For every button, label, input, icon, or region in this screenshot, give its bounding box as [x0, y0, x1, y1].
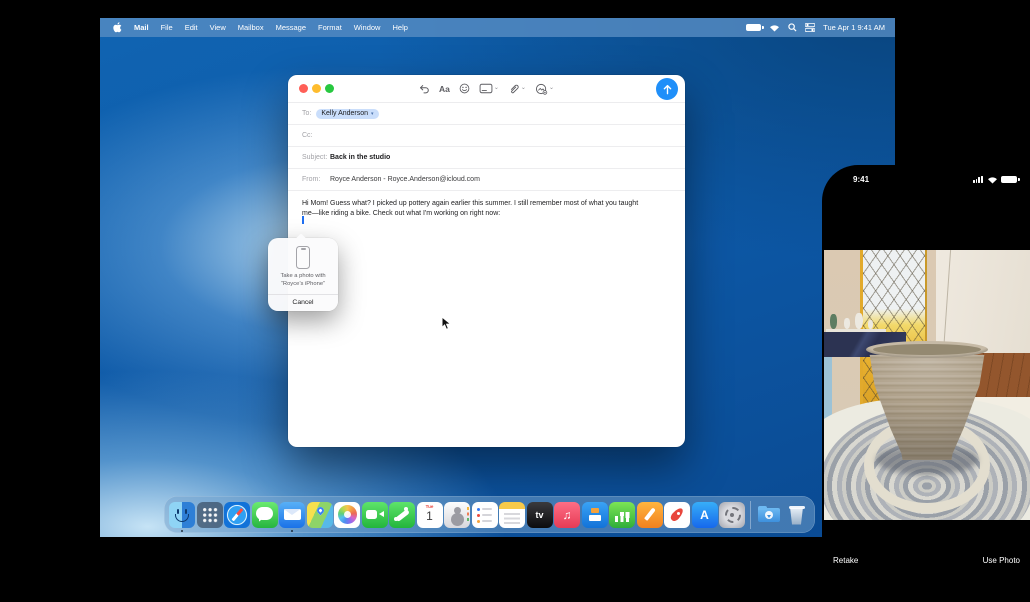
dock-finder-icon[interactable] [169, 502, 195, 528]
minimize-window-button[interactable] [312, 84, 321, 93]
battery-icon[interactable] [746, 24, 761, 31]
iphone-status-bar: 9:41 [822, 175, 1030, 184]
recipient-token[interactable]: Kelly Anderson ▾ [316, 109, 378, 119]
subject-label: Subject: [302, 154, 328, 161]
mail-running-indicator [291, 530, 294, 533]
recipient-chevron-icon: ▾ [371, 111, 374, 117]
zoom-window-button[interactable] [325, 84, 334, 93]
vase [868, 320, 873, 329]
music-note-glyph: ♫ [554, 502, 580, 528]
recipient-name: Kelly Anderson [321, 110, 368, 117]
battery-icon [1001, 176, 1017, 184]
dock-mail-icon[interactable] [279, 502, 305, 528]
mail-compose-window: Aa ⌄ ⌄ ⌄ [288, 75, 685, 447]
dock-notes-icon[interactable] [499, 502, 525, 528]
calendar-day-number: 1 [417, 509, 443, 523]
insert-photo-button[interactable]: ⌄ [535, 83, 554, 95]
menu-item-message[interactable]: Message [276, 23, 306, 32]
dock-launchpad-icon[interactable] [197, 502, 223, 528]
text-caret [302, 216, 304, 224]
menu-bar: Mail File Edit View Mailbox Message Form… [100, 18, 895, 37]
dock-appstore-icon[interactable]: A [692, 502, 718, 528]
format-button[interactable]: Aa [439, 84, 450, 94]
mac-desktop: Mail File Edit View Mailbox Message Form… [100, 18, 895, 537]
dock-messages-icon[interactable] [252, 502, 278, 528]
from-value: Royce Anderson - Royce.Anderson@icloud.c… [330, 176, 480, 183]
dock-pages-icon[interactable] [637, 502, 663, 528]
dock: Tue1 tv ♫ A [164, 496, 815, 533]
dock-rocket-app-icon[interactable] [664, 502, 690, 528]
cc-label: Cc: [302, 132, 313, 139]
vase [855, 313, 863, 329]
message-body[interactable]: Hi Mom! Guess what? I picked up pottery … [288, 191, 660, 218]
dock-trash-icon[interactable] [784, 502, 810, 528]
from-label: From: [302, 176, 328, 183]
menu-item-file[interactable]: File [161, 23, 173, 32]
dock-calendar-icon[interactable]: Tue1 [417, 502, 443, 528]
iphone-continuity-camera: 9:41 Retake Use Photo [822, 165, 1030, 602]
menu-bar-clock[interactable]: Tue Apr 1 9:41 AM [823, 23, 885, 32]
close-window-button[interactable] [299, 84, 308, 93]
dock-settings-icon[interactable] [719, 502, 745, 528]
control-center-icon[interactable] [805, 23, 815, 32]
iphone-clock: 9:41 [853, 175, 869, 184]
to-field[interactable]: To: Kelly Anderson ▾ [288, 103, 685, 125]
dock-safari-icon[interactable] [224, 502, 250, 528]
menu-item-help[interactable]: Help [392, 23, 407, 32]
camera-photo-preview [824, 250, 1030, 520]
mouse-pointer-icon [441, 316, 452, 331]
to-label: To: [302, 110, 311, 117]
dock-tv-icon[interactable]: tv [527, 502, 553, 528]
dock-phone-icon[interactable] [389, 502, 415, 528]
finder-running-indicator [181, 530, 184, 533]
emoji-button[interactable] [459, 83, 470, 94]
retake-button[interactable]: Retake [833, 556, 858, 565]
clay-pot-rim [866, 341, 988, 358]
dock-music-icon[interactable]: ♫ [554, 502, 580, 528]
popup-text-line2: “Royce’s iPhone” [272, 281, 334, 289]
menu-item-mailbox[interactable]: Mailbox [238, 23, 264, 32]
dock-facetime-icon[interactable] [362, 502, 388, 528]
compose-toolbar: Aa ⌄ ⌄ ⌄ [288, 75, 685, 103]
search-icon[interactable] [788, 23, 797, 32]
apple-menu-icon[interactable] [113, 22, 122, 33]
cancel-button[interactable]: Cancel [268, 295, 338, 311]
dock-reminders-icon[interactable] [472, 502, 498, 528]
menu-item-view[interactable]: View [210, 23, 226, 32]
wifi-icon[interactable] [769, 24, 780, 32]
wifi-icon [987, 176, 998, 184]
subject-field[interactable]: Subject: Back in the studio [288, 147, 685, 169]
dock-maps-icon[interactable] [307, 502, 333, 528]
attach-button[interactable]: ⌄ [508, 83, 526, 95]
popup-text-line1: Take a photo with [272, 273, 334, 281]
cc-field[interactable]: Cc: [288, 125, 685, 147]
tv-glyph: tv [527, 502, 553, 528]
camera-action-bar: Retake Use Photo [822, 556, 1030, 565]
dock-downloads-folder-icon[interactable] [756, 502, 782, 528]
dock-keynote-icon[interactable] [582, 502, 608, 528]
header-fields-button[interactable]: ⌄ [479, 83, 499, 94]
dock-numbers-icon[interactable] [609, 502, 635, 528]
dock-contacts-icon[interactable] [444, 502, 470, 528]
menu-item-format[interactable]: Format [318, 23, 342, 32]
subject-value: Back in the studio [330, 154, 390, 161]
use-photo-button[interactable]: Use Photo [983, 556, 1020, 565]
continuity-camera-popup: Take a photo with “Royce’s iPhone” Cance… [268, 238, 338, 311]
signal-bars-icon [973, 176, 983, 184]
undo-button[interactable] [418, 83, 430, 95]
vase [830, 314, 837, 329]
menu-item-edit[interactable]: Edit [185, 23, 198, 32]
dock-photos-icon[interactable] [334, 502, 360, 528]
from-field[interactable]: From: Royce Anderson - Royce.Anderson@ic… [288, 169, 685, 191]
send-button[interactable] [656, 78, 678, 100]
dock-divider [750, 501, 751, 529]
appstore-glyph: A [692, 502, 718, 528]
menu-item-mail[interactable]: Mail [134, 23, 149, 32]
iphone-outline-icon [296, 246, 310, 269]
vase [844, 318, 850, 329]
menu-item-window[interactable]: Window [354, 23, 381, 32]
